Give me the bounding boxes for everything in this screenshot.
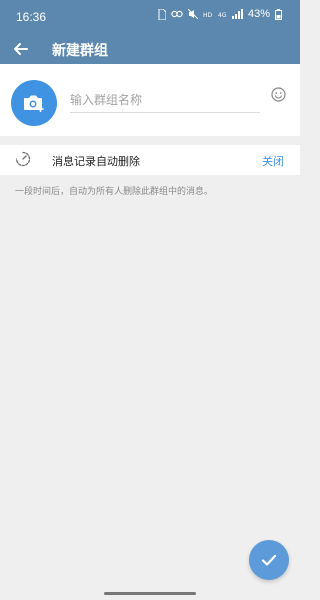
back-button[interactable] [10, 38, 32, 60]
gesture-navigation-bar[interactable] [104, 592, 196, 595]
arrow-left-icon [14, 43, 28, 55]
emoji-icon[interactable] [271, 87, 286, 102]
confirm-button[interactable] [249, 540, 289, 580]
status-time: 16:36 [16, 10, 47, 24]
checkmark-icon [261, 554, 277, 566]
battery-percent: 43% [247, 8, 270, 20]
section-divider [0, 136, 300, 145]
auto-delete-description: 一段时间后，自动为所有人删除此群组中的消息。 [15, 187, 214, 197]
set-group-photo-button[interactable] [11, 80, 57, 126]
signal-icon [231, 9, 243, 19]
hd-icon: HD [203, 12, 213, 18]
mute-icon [187, 9, 198, 19]
page-title: 新建群组 [52, 43, 108, 59]
auto-delete-row[interactable]: 消息记录自动删除 关闭 [0, 145, 300, 175]
auto-delete-label: 消息记录自动删除 [52, 155, 140, 168]
timer-icon [15, 151, 31, 167]
link-icon [171, 10, 183, 18]
svg-text:4G: 4G [218, 12, 227, 19]
status-icons: HD 4G 43% [158, 8, 282, 20]
group-name-input[interactable] [70, 87, 260, 113]
app-bar: 新建群组 [0, 34, 300, 64]
battery-icon [275, 8, 282, 20]
group-info-card [0, 64, 300, 136]
auto-delete-value[interactable]: 关闭 [262, 153, 284, 169]
status-bar: 16:36 HD 4G 43% [0, 0, 300, 34]
camera-add-icon [24, 95, 44, 112]
svg-text:HD: HD [203, 12, 213, 18]
sim-icon [158, 8, 166, 20]
4g-icon: 4G [218, 12, 227, 19]
